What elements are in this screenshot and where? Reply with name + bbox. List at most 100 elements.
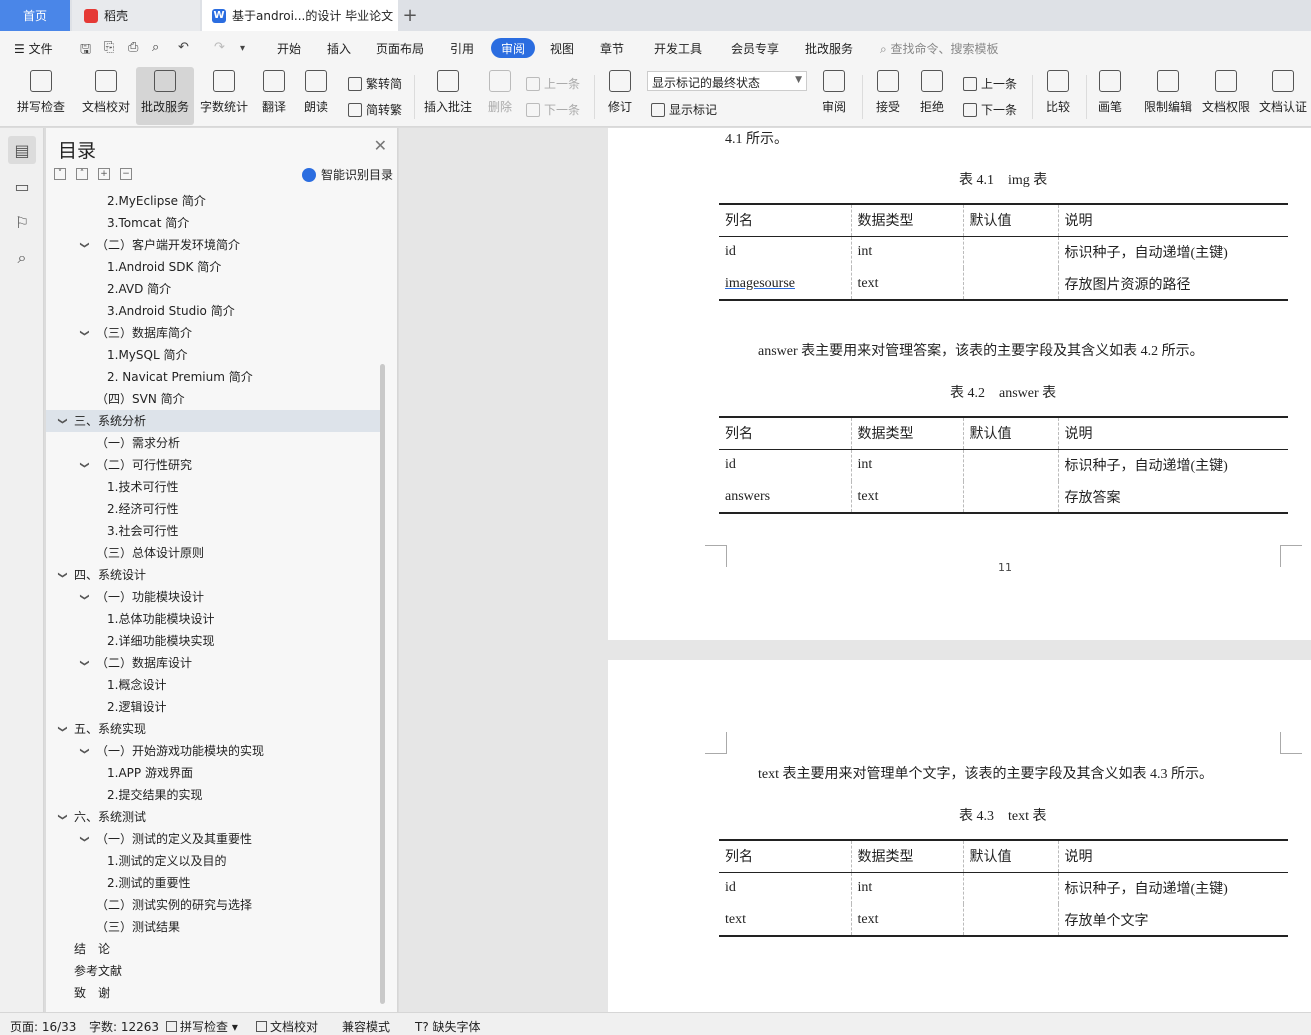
toc-item[interactable]: ❯ 五、系统实现: [46, 718, 380, 740]
toc-item[interactable]: 3.社会可行性: [46, 520, 380, 542]
review-pane-button[interactable]: 审阅: [814, 67, 854, 125]
collapse-all-icon[interactable]: ˄: [76, 168, 88, 180]
toc-item[interactable]: 2.MyEclipse 简介: [46, 190, 380, 212]
toc-item[interactable]: 1.技术可行性: [46, 476, 380, 498]
toc-item[interactable]: （二）测试实例的研究与选择: [46, 894, 380, 916]
toc-item[interactable]: （一）需求分析: [46, 432, 380, 454]
reject-button[interactable]: 拒绝: [912, 67, 952, 125]
close-icon[interactable]: ✕: [374, 136, 387, 155]
spell-check-button[interactable]: 拼写检查: [8, 67, 74, 125]
simp-to-trad-button[interactable]: 简转繁: [348, 101, 402, 118]
toc-item[interactable]: ❯ 四、系统设计: [46, 564, 380, 586]
undo-icon[interactable]: ↶: [178, 40, 189, 55]
missing-font-button[interactable]: T? 缺失字体: [415, 1018, 481, 1035]
toc-panel-icon[interactable]: ▤: [8, 136, 36, 164]
preview-icon[interactable]: ⌕: [152, 40, 159, 55]
status-spell-check[interactable]: 拼写检查 ▾: [166, 1018, 238, 1035]
chevron-down-icon[interactable]: ❯: [73, 659, 95, 667]
toc-item[interactable]: 1.概念设计: [46, 674, 380, 696]
expand-all-icon[interactable]: ˅: [54, 168, 66, 180]
toc-item[interactable]: 2.AVD 简介: [46, 278, 380, 300]
tab-home[interactable]: 首页: [0, 0, 70, 31]
doc-check-button[interactable]: 文档校对: [78, 67, 134, 125]
toc-item[interactable]: ❯ 六、系统测试: [46, 806, 380, 828]
correct-service-button[interactable]: 批改服务: [136, 67, 194, 125]
translate-button[interactable]: 翻译: [254, 67, 294, 125]
chevron-down-icon[interactable]: ❯: [51, 725, 73, 733]
smart-toc-button[interactable]: 智能识别目录: [301, 166, 393, 183]
doc-auth-button[interactable]: 文档认证: [1256, 67, 1310, 125]
export-icon[interactable]: ⎘: [104, 40, 114, 55]
toc-item[interactable]: ❯ （二）客户端开发环境简介: [46, 234, 380, 256]
toc-item[interactable]: （三）总体设计原则: [46, 542, 380, 564]
menu-tab-0[interactable]: 开始: [277, 40, 301, 57]
chevron-down-icon[interactable]: ❯: [73, 835, 95, 843]
new-tab-button[interactable]: +: [400, 0, 420, 31]
accept-button[interactable]: 接受: [868, 67, 908, 125]
menu-tab-1[interactable]: 插入: [327, 40, 351, 57]
word-count-indicator[interactable]: 字数: 12263: [89, 1018, 159, 1035]
chevron-down-icon[interactable]: ❯: [73, 593, 95, 601]
save-icon[interactable]: 🖫: [80, 40, 91, 62]
show-markup-button[interactable]: 显示标记: [651, 101, 717, 118]
search-icon[interactable]: ⌕: [8, 244, 36, 272]
toc-item[interactable]: 结 论: [46, 938, 380, 960]
menu-tab-2[interactable]: 页面布局: [376, 40, 424, 57]
delete-comment-button[interactable]: 删除: [480, 67, 520, 125]
word-count-button[interactable]: 字数统计: [196, 67, 252, 125]
toc-item[interactable]: 2. Navicat Premium 简介: [46, 366, 380, 388]
chevron-down-icon[interactable]: ❯: [73, 329, 95, 337]
toc-item[interactable]: 参考文献: [46, 960, 380, 982]
menu-tab-9[interactable]: 批改服务: [805, 40, 853, 57]
markup-state-select[interactable]: 显示标记的最终状态 ▼: [647, 71, 807, 91]
quick-access-more-icon[interactable]: ▾: [240, 43, 245, 54]
insert-comment-button[interactable]: 插入批注: [420, 67, 476, 125]
chevron-down-icon[interactable]: ❯: [73, 461, 95, 469]
menu-tab-7[interactable]: 开发工具: [654, 40, 702, 57]
toc-scrollbar[interactable]: [380, 364, 385, 1004]
toc-item[interactable]: 1.APP 游戏界面: [46, 762, 380, 784]
toc-item[interactable]: 1.测试的定义以及目的: [46, 850, 380, 872]
trad-to-simp-button[interactable]: 繁转简: [348, 75, 402, 92]
tab-document[interactable]: W 基于androi...的设计 毕业论文: [202, 0, 398, 31]
next-revision-button[interactable]: 下一条: [963, 101, 1017, 118]
next-comment-button[interactable]: 下一条: [526, 101, 580, 118]
chevron-down-icon[interactable]: ❯: [51, 813, 73, 821]
toc-item[interactable]: 2.逻辑设计: [46, 696, 380, 718]
chevron-down-icon[interactable]: ❯: [51, 417, 73, 425]
prev-comment-button[interactable]: 上一条: [526, 75, 580, 92]
chevron-down-icon[interactable]: ❯: [73, 241, 95, 249]
add-heading-icon[interactable]: +: [98, 168, 110, 180]
page-indicator[interactable]: 页面: 16/33: [10, 1018, 76, 1035]
toc-item[interactable]: 致 谢: [46, 982, 380, 1004]
toc-item[interactable]: 2.详细功能模块实现: [46, 630, 380, 652]
chevron-down-icon[interactable]: ❯: [73, 747, 95, 755]
file-menu[interactable]: ☰ 文件: [14, 40, 53, 57]
revise-button[interactable]: 修订: [600, 67, 640, 125]
toc-item[interactable]: ❯ （三）数据库简介: [46, 322, 380, 344]
toc-item[interactable]: 2.经济可行性: [46, 498, 380, 520]
print-icon[interactable]: ⎙: [128, 40, 138, 55]
toc-item[interactable]: 2.测试的重要性: [46, 872, 380, 894]
read-aloud-button[interactable]: 朗读: [298, 67, 334, 125]
toc-item[interactable]: ❯ 三、系统分析: [46, 410, 380, 432]
toc-item[interactable]: ❯ （二）可行性研究: [46, 454, 380, 476]
toc-item[interactable]: 1.总体功能模块设计: [46, 608, 380, 630]
remove-heading-icon[interactable]: −: [120, 168, 132, 180]
toc-item[interactable]: 1.MySQL 简介: [46, 344, 380, 366]
menu-tab-8[interactable]: 会员专享: [731, 40, 779, 57]
command-search[interactable]: ⌕ 查找命令、搜索模板: [880, 40, 999, 57]
toc-item[interactable]: 1.Android SDK 简介: [46, 256, 380, 278]
status-doc-check[interactable]: 文档校对: [256, 1018, 318, 1035]
toc-item[interactable]: 2.提交结果的实现: [46, 784, 380, 806]
chevron-down-icon[interactable]: ❯: [51, 571, 73, 579]
toc-item[interactable]: （四）SVN 简介: [46, 388, 380, 410]
restrict-edit-button[interactable]: 限制编辑: [1140, 67, 1196, 125]
redo-icon[interactable]: ↷: [214, 40, 225, 55]
toc-item[interactable]: ❯ （一）测试的定义及其重要性: [46, 828, 380, 850]
menu-tab-3[interactable]: 引用: [450, 40, 474, 57]
toc-item[interactable]: ❯ （二）数据库设计: [46, 652, 380, 674]
chapter-icon[interactable]: ▭: [8, 172, 36, 200]
toc-item[interactable]: ❯ （一）功能模块设计: [46, 586, 380, 608]
prev-revision-button[interactable]: 上一条: [963, 75, 1017, 92]
